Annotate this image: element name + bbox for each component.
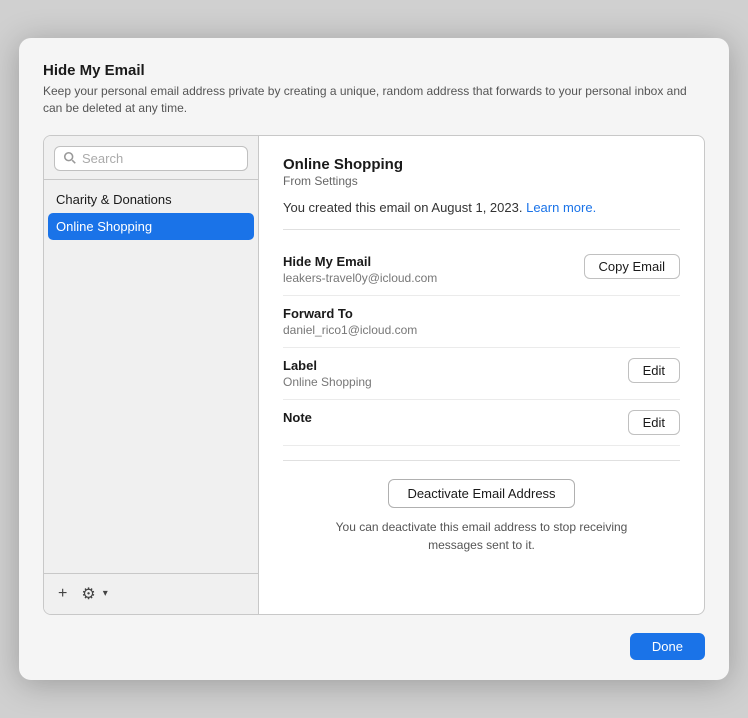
hide-my-email-row: Hide My Email leakers-travel0y@icloud.co… [283,244,680,296]
gear-button[interactable]: ⚙ [77,582,99,606]
forward-to-label: Forward To [283,306,680,321]
forward-to-row: Forward To daniel_rico1@icloud.com [283,296,680,348]
dialog-body: Charity & Donations Online Shopping + ⚙▾… [43,135,705,615]
note-label: Note [283,410,628,425]
dialog-footer: Done [43,629,705,660]
deactivate-info-text: You can deactivate this email address to… [322,518,642,554]
forward-to-value: daniel_rico1@icloud.com [283,323,680,337]
search-container [44,136,258,180]
sidebar-item-online-shopping[interactable]: Online Shopping [48,213,254,240]
note-row: Note Edit [283,400,680,446]
deactivate-button[interactable]: Deactivate Email Address [388,479,574,508]
note-edit-button[interactable]: Edit [628,410,680,435]
label-label: Label [283,358,628,373]
dialog-header: Hide My Email Keep your personal email a… [43,62,705,121]
dialog-title: Hide My Email [43,62,705,79]
done-button[interactable]: Done [630,633,705,660]
forward-to-left: Forward To daniel_rico1@icloud.com [283,306,680,337]
dialog-subtitle: Keep your personal email address private… [43,83,705,117]
deactivate-section: Deactivate Email Address You can deactiv… [283,460,680,554]
copy-email-button[interactable]: Copy Email [584,254,680,279]
creation-info-text: You created this email on August 1, 2023… [283,200,522,215]
sidebar: Charity & Donations Online Shopping + ⚙▾ [44,136,259,614]
add-button[interactable]: + [54,583,71,605]
search-input[interactable] [82,151,239,166]
hide-my-email-left: Hide My Email leakers-travel0y@icloud.co… [283,254,584,285]
main-from-label: From Settings [283,174,680,188]
label-value: Online Shopping [283,375,628,389]
hide-my-email-value: leakers-travel0y@icloud.com [283,271,584,285]
sidebar-item-charity[interactable]: Charity & Donations [44,186,258,213]
search-icon [63,151,77,165]
main-content: Online Shopping From Settings You create… [259,136,704,614]
learn-more-link[interactable]: Learn more. [526,200,596,215]
gear-group: ⚙▾ [77,582,109,606]
creation-info-row: You created this email on August 1, 2023… [283,200,680,230]
label-edit-button[interactable]: Edit [628,358,680,383]
chevron-down-icon[interactable]: ▾ [101,586,110,601]
hide-my-email-label: Hide My Email [283,254,584,269]
search-box[interactable] [54,146,248,171]
main-section-title: Online Shopping [283,156,680,173]
sidebar-footer: + ⚙▾ [44,573,258,614]
hide-my-email-dialog: Hide My Email Keep your personal email a… [19,38,729,680]
sidebar-list: Charity & Donations Online Shopping [44,180,258,573]
note-left: Note [283,410,628,425]
label-row: Label Online Shopping Edit [283,348,680,400]
label-left: Label Online Shopping [283,358,628,389]
